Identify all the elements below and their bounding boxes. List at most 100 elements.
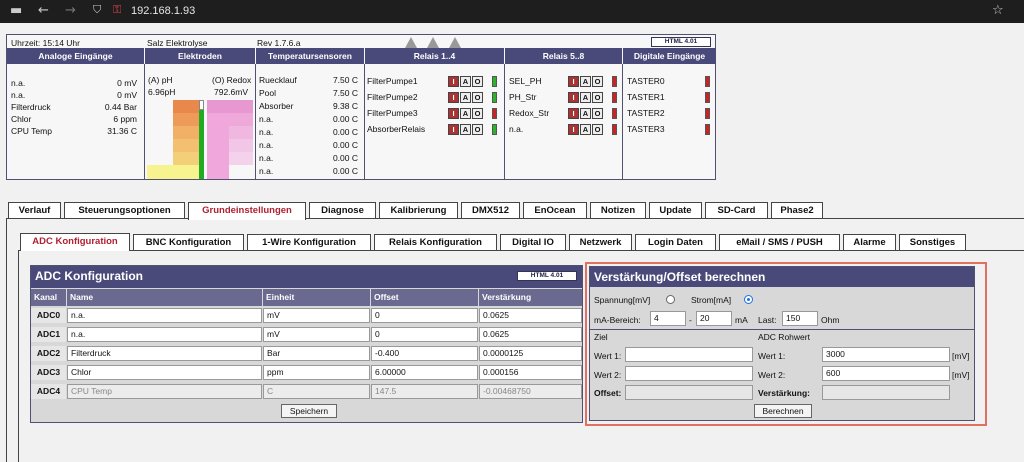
ph-level-marker — [199, 100, 204, 110]
adc-gain-input[interactable]: 0.0625 — [479, 308, 582, 323]
adc-unit-input[interactable]: mV — [263, 308, 370, 323]
wert1-input[interactable] — [625, 347, 753, 362]
tab-relais-konfiguration[interactable]: Relais Konfiguration — [374, 234, 497, 251]
relais-iao-switch[interactable]: IAO — [568, 76, 603, 87]
temp-value: 0.00 C — [332, 114, 358, 124]
adc-offset-input[interactable]: 0 — [371, 327, 478, 342]
relais-name: FilterPumpe1 — [367, 76, 418, 86]
relais-iao-switch[interactable]: IAO — [448, 76, 483, 87]
adc-gain-input: -0.00468750 — [479, 384, 582, 399]
adc-unit-input[interactable]: mV — [263, 327, 370, 342]
adc-name-input[interactable]: Chlor — [67, 365, 262, 380]
raw2-input[interactable]: 600 — [822, 366, 950, 381]
temp-value: 7.50 C — [332, 75, 358, 85]
redox-bar-segment — [229, 126, 253, 139]
tab-sd-card[interactable]: SD-Card — [705, 202, 768, 219]
adc-name-input[interactable]: n.a. — [67, 308, 262, 323]
html-logo: HTML 4.01 — [651, 37, 711, 47]
tab-notizen[interactable]: Notizen — [590, 202, 646, 219]
relais-state-led — [612, 108, 617, 119]
insecure-lock-icon[interactable]: ⚿ — [113, 3, 121, 17]
adc-unit-input: C — [263, 384, 370, 399]
tab-enocean[interactable]: EnOcean — [523, 202, 587, 219]
analog-value: 6 ppm — [113, 114, 137, 124]
tab-update[interactable]: Update — [649, 202, 702, 219]
url-bar[interactable]: 192.168.1.93 — [131, 5, 195, 17]
spannung-radio[interactable] — [666, 295, 675, 304]
adc-channel: ADC3 — [31, 365, 66, 380]
raw1-unit: [mV] — [952, 351, 970, 361]
relais-iao-switch[interactable]: IAO — [568, 92, 603, 103]
tab-diagnose[interactable]: Diagnose — [309, 202, 376, 219]
relais-iao-switch[interactable]: IAO — [568, 108, 603, 119]
tab-1wire-konfiguration[interactable]: 1-Wire Konfiguration — [247, 234, 371, 251]
save-button[interactable]: Speichern — [281, 404, 337, 418]
calc-title-bar: Verstärkung/Offset berechnen — [590, 267, 974, 287]
analog-name: Chlor — [11, 114, 32, 124]
ma-from-input[interactable]: 4 — [650, 311, 686, 326]
adc-name-input[interactable]: Filterdruck — [67, 346, 262, 361]
tab-adc-konfiguration[interactable]: ADC Konfiguration — [20, 233, 130, 251]
tab-netzwerk[interactable]: Netzwerk — [569, 234, 632, 251]
adc-gain-input[interactable]: 0.000156 — [479, 365, 582, 380]
raw1-input[interactable]: 3000 — [822, 347, 950, 362]
temp-value: 0.00 C — [332, 127, 358, 137]
digital-input-led — [705, 92, 710, 103]
last-label: Last: — [758, 315, 777, 325]
relais-state-led — [492, 76, 497, 87]
tab-login-daten[interactable]: Login Daten — [635, 234, 716, 251]
adc-unit-input[interactable]: ppm — [263, 365, 370, 380]
tabs-icon[interactable]: ▬ — [10, 3, 22, 18]
forward-icon[interactable]: → — [65, 3, 76, 18]
wert2-input[interactable] — [625, 366, 753, 381]
shield-icon[interactable]: ⛉ — [93, 3, 101, 17]
relais-name: n.a. — [509, 124, 524, 134]
adc-unit-input[interactable]: Bar — [263, 346, 370, 361]
tab-email-sms-push[interactable]: eMail / SMS / PUSH — [719, 234, 840, 251]
tab-grundeinstellungen[interactable]: Grundeinstellungen — [188, 202, 306, 220]
tab-steuerungsoptionen[interactable]: Steuerungsoptionen — [64, 202, 185, 219]
col-einheit: Einheit — [263, 289, 370, 306]
adc-gain-input[interactable]: 0.0000125 — [479, 346, 582, 361]
last-input[interactable]: 150 — [782, 311, 818, 326]
tab-kalibrierung[interactable]: Kalibrierung — [379, 202, 458, 219]
adc-gain-input[interactable]: 0.0625 — [479, 327, 582, 342]
calc-title: Verstärkung/Offset berechnen — [594, 270, 766, 284]
relais-iao-switch[interactable]: IAO — [448, 92, 483, 103]
strom-radio[interactable] — [744, 295, 753, 304]
bookmark-star-icon[interactable]: ☆ — [992, 3, 1004, 18]
raw2-label: Wert 2: — [758, 370, 786, 380]
tab-bnc-konfiguration[interactable]: BNC Konfiguration — [133, 234, 244, 251]
tab-digital-io[interactable]: Digital IO — [500, 234, 566, 251]
berechnen-button[interactable]: Berechnen — [754, 404, 812, 418]
adc-offset-input[interactable]: 6.00000 — [371, 365, 478, 380]
temp-name: Absorber — [259, 101, 294, 111]
digital-input-led — [705, 76, 710, 87]
relais-iao-switch[interactable]: IAO — [448, 108, 483, 119]
adc-channel: ADC1 — [31, 327, 66, 342]
tab-sonstiges[interactable]: Sonstiges — [899, 234, 966, 251]
tab-alarme[interactable]: Alarme — [843, 234, 896, 251]
temp-value: 7.50 C — [332, 88, 358, 98]
adc-channel: ADC2 — [31, 346, 66, 361]
ma-to-input[interactable]: 20 — [696, 311, 732, 326]
relais-iao-switch[interactable]: IAO — [568, 124, 603, 135]
adc-title: ADC Konfiguration — [35, 269, 143, 283]
tab-phase2[interactable]: Phase2 — [771, 202, 823, 219]
tab-verlauf[interactable]: Verlauf — [8, 202, 61, 219]
relais-state-led — [492, 108, 497, 119]
relais-iao-switch[interactable]: IAO — [448, 124, 483, 135]
range-dash: - — [689, 315, 692, 325]
analog-name: n.a. — [11, 78, 26, 88]
digital-input-name: TASTER2 — [627, 108, 665, 118]
adc-offset-input[interactable]: 0 — [371, 308, 478, 323]
relais-name: PH_Str — [509, 92, 537, 102]
back-icon[interactable]: ← — [38, 3, 49, 18]
tab-dmx512[interactable]: DMX512 — [461, 202, 520, 219]
html-logo: HTML 4.01 — [517, 271, 577, 281]
digital-input-name: TASTER3 — [627, 124, 665, 134]
adc-offset-input[interactable]: -0.400 — [371, 346, 478, 361]
header-electrodes: Elektroden — [145, 48, 255, 64]
ma-unit: mA — [735, 315, 748, 325]
adc-name-input[interactable]: n.a. — [67, 327, 262, 342]
